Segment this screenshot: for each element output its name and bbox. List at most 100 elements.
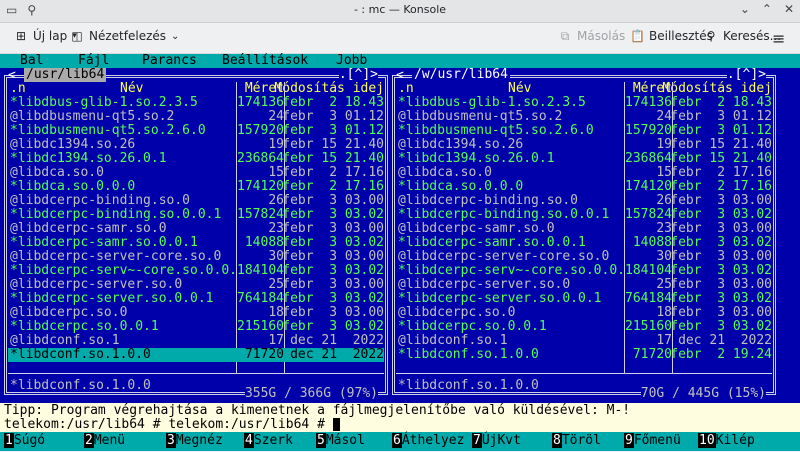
file-row[interactable]: @libdcerpc-binding.so.0 26 febr 3 03.00 (396, 194, 772, 208)
right-panel-corner[interactable]: .[^]> (726, 68, 766, 82)
file-name: @libdcerpc-server-core.so.0 (10, 249, 222, 264)
fkey-10[interactable]: 10Kilép (698, 433, 755, 448)
left-free-space: 355G / 366G (97%) (244, 386, 378, 401)
file-row[interactable]: *libdcerpc-serv~-core.so.0.0.1 84104 febr … (8, 264, 384, 278)
fkey-number: 2 (84, 433, 94, 448)
file-name: *libdcerpc-samr.so.0.0.1 (10, 235, 198, 250)
file-row[interactable]: @libdca.so.0 15 febr 2 17.16 (8, 166, 384, 180)
file-row[interactable]: *libdcerpc-binding.so.0.0.1 157824 febr 3 … (8, 208, 384, 222)
file-row[interactable]: *libdca.so.0.0.0 174120 febr 2 17.16 (396, 180, 772, 194)
terminal[interactable]: Bal Fájl Parancs Beállítások Jobb < /usr… (0, 54, 800, 451)
fkey-1[interactable]: 1Súgó (4, 433, 46, 448)
new-tab-button[interactable]: ⊞ Új lap ▾ (14, 29, 77, 43)
file-row[interactable]: @libdcerpc-binding.so.0 26 febr 3 03.00 (8, 194, 384, 208)
file-row[interactable]: *libdcerpc-server.so.0.0.1 764184 febr 3 0… (8, 292, 384, 306)
search-button[interactable]: ⚲ Keresés... (704, 29, 781, 43)
fkey-6[interactable]: 6Áthelyez (392, 433, 464, 448)
hint-line: Tipp: Program végrehajtása a kimenetnek … (4, 403, 631, 418)
fkey-number: 10 (698, 433, 716, 448)
left-panel-corner[interactable]: .[^]> (338, 68, 378, 82)
file-row[interactable]: @libdbusmenu-qt5.so.2 24 febr 3 01.12 (396, 110, 772, 124)
file-row[interactable]: *libdc1394.so.26.0.1 236864 febr 15 21.40 (8, 152, 384, 166)
file-date: febr 3 01.12 (670, 109, 772, 124)
file-row[interactable]: @libdcerpc-server-core.so.0 30 febr 3 03.0… (396, 250, 772, 264)
fkey-label: Súgó (13, 433, 46, 448)
file-row[interactable]: @libdca.so.0 15 febr 2 17.16 (396, 166, 772, 180)
file-row[interactable]: *libdcerpc-serv~-core.so.0.0.1 84104 febr … (396, 264, 772, 278)
file-size: 174136 (237, 95, 284, 110)
maximize-icon[interactable]: ⌃ (762, 2, 772, 16)
file-size: 157920 (625, 123, 672, 138)
menu-options[interactable]: Beállítások (222, 54, 308, 68)
file-date: febr 3 03.02 (282, 263, 384, 278)
file-size: 157824 (237, 207, 284, 222)
file-row[interactable]: @libdcerpc-server.so.0 25 febr 3 03.00 (8, 278, 384, 292)
left-panel[interactable]: < /usr/lib64 .[^]> .n Név Méret Módosítá… (4, 68, 388, 452)
fkey-7[interactable]: 7ÚjKvt (472, 433, 521, 448)
command-line[interactable]: telekom:/usr/lib64 # telekom:/usr/lib64 … (4, 418, 340, 432)
fkey-8[interactable]: 8Töröl (552, 433, 601, 448)
paste-button[interactable]: 📋 Beillesztés (630, 29, 713, 43)
fkey-9[interactable]: 9Főmenü (624, 433, 681, 448)
file-row[interactable]: @libdcerpc-samr.so.0 23 febr 3 03.00 (8, 222, 384, 236)
file-row[interactable]: *libdcerpc-binding.so.0.0.1 157824 febr 3 … (396, 208, 772, 222)
left-panel-path[interactable]: /usr/lib64 (24, 68, 107, 82)
close-icon[interactable]: ✕ (784, 2, 794, 16)
file-name: *libdcerpc-serv~-core.so.0.0.1 (10, 263, 245, 278)
file-row[interactable]: @libdcerpc-server-core.so.0 30 febr 3 03.0… (8, 250, 384, 264)
right-panel-header[interactable]: .n Név Méret Módosítás idej (396, 82, 772, 96)
file-row[interactable]: *libdconf.so.1.0.0 71720 febr 2 19.24 (396, 348, 772, 362)
file-row[interactable]: *libdcerpc-server.so.0.0.1 764184 febr 3 0… (396, 292, 772, 306)
left-panel-header[interactable]: .n Név Méret Módosítás idej (8, 82, 384, 96)
file-row[interactable]: @libdconf.so.1 17 dec 21 2022 (396, 334, 772, 348)
fkey-2[interactable]: 2Menü (84, 433, 125, 448)
file-row[interactable]: @libdcerpc.so.0 18 febr 3 03.00 (8, 306, 384, 320)
file-row[interactable]: @libdc1394.so.26 19 febr 15 21.40 (396, 138, 772, 152)
file-row[interactable]: *libdc1394.so.26.0.1 236864 febr 15 21.40 (396, 152, 772, 166)
hamburger-menu-icon[interactable]: ≡ (772, 29, 785, 48)
right-file-list: *libdbus-glib-1.so.2.3.5 174136 febr 2 18.… (396, 96, 772, 362)
file-row[interactable]: @libdcerpc.so.0 18 febr 3 03.00 (396, 306, 772, 320)
file-row[interactable]: *libdconf.so.1.0.0 71720 dec 21 2022 (8, 348, 384, 362)
file-row[interactable]: @libdconf.so.1 17 dec 21 2022 (8, 334, 384, 348)
right-panel[interactable]: < /w/usr/lib64 .[^]> .n Név Méret Módosí… (392, 68, 776, 452)
minimize-icon[interactable]: ⌄ (740, 2, 750, 16)
file-size: 236864 (625, 151, 672, 166)
file-row[interactable]: *libdcerpc.so.0.0.1 215160 febr 3 03.02 (396, 320, 772, 334)
file-date: febr 3 03.00 (282, 305, 384, 320)
menu-command[interactable]: Parancs (142, 54, 197, 68)
file-date: febr 3 03.02 (670, 235, 772, 250)
file-row[interactable]: *libdbus-glib-1.so.2.3.5 174136 febr 2 18.… (396, 96, 772, 110)
file-name: @libdcerpc-server-core.so.0 (398, 249, 610, 264)
file-row[interactable]: @libdcerpc-server.so.0 25 febr 3 03.00 (396, 278, 772, 292)
fkey-5[interactable]: 5Másol (316, 433, 365, 448)
file-row[interactable]: *libdcerpc.so.0.0.1 215160 febr 3 03.02 (8, 320, 384, 334)
file-row[interactable]: *libdca.so.0.0.0 174120 febr 2 17.16 (8, 180, 384, 194)
file-row[interactable]: *libdbusmenu-qt5.so.2.6.0 157920 febr 3 01… (396, 124, 772, 138)
copy-button[interactable]: ⧉ Másolás (558, 29, 626, 43)
fkey-label: Töröl (561, 433, 601, 448)
file-row[interactable]: @libdc1394.so.26 19 febr 15 21.40 (8, 138, 384, 152)
file-row[interactable]: *libdcerpc-samr.so.0.0.1 14088 febr 3 03.0… (8, 236, 384, 250)
split-view-icon: ◫ (71, 29, 83, 43)
fkey-number: 4 (244, 433, 254, 448)
menu-left[interactable]: Bal (20, 54, 43, 68)
file-row[interactable]: *libdcerpc-samr.so.0.0.1 14088 febr 3 03.0… (396, 236, 772, 250)
file-date: dec 21 2022 (670, 333, 772, 348)
file-row[interactable]: @libdcerpc-samr.so.0 23 febr 3 03.00 (396, 222, 772, 236)
file-name: @libdcerpc.so.0 (398, 305, 516, 320)
menu-file[interactable]: Fájl (78, 54, 109, 68)
split-view-button[interactable]: ◫ Nézetfelezés ⌄ (70, 29, 179, 43)
file-name: *libdcerpc.so.0.0.1 (10, 319, 159, 334)
file-name: @libdca.so.0 (398, 165, 492, 180)
fkey-3[interactable]: 3Megnéz (166, 433, 223, 448)
file-size: 764184 (625, 291, 672, 306)
fkey-4[interactable]: 4Szerk (244, 433, 293, 448)
file-date: febr 2 17.16 (670, 165, 772, 180)
file-row[interactable]: @libdbusmenu-qt5.so.2 24 febr 3 01.12 (8, 110, 384, 124)
file-row[interactable]: *libdbus-glib-1.so.2.3.5 174136 febr 2 18.… (8, 96, 384, 110)
right-panel-path[interactable]: /w/usr/lib64 (412, 68, 510, 82)
file-row[interactable]: *libdbusmenu-qt5.so.2.6.0 157920 febr 3 01… (8, 124, 384, 138)
menu-right[interactable]: Jobb (336, 54, 367, 68)
file-date: febr 3 03.02 (282, 207, 384, 222)
